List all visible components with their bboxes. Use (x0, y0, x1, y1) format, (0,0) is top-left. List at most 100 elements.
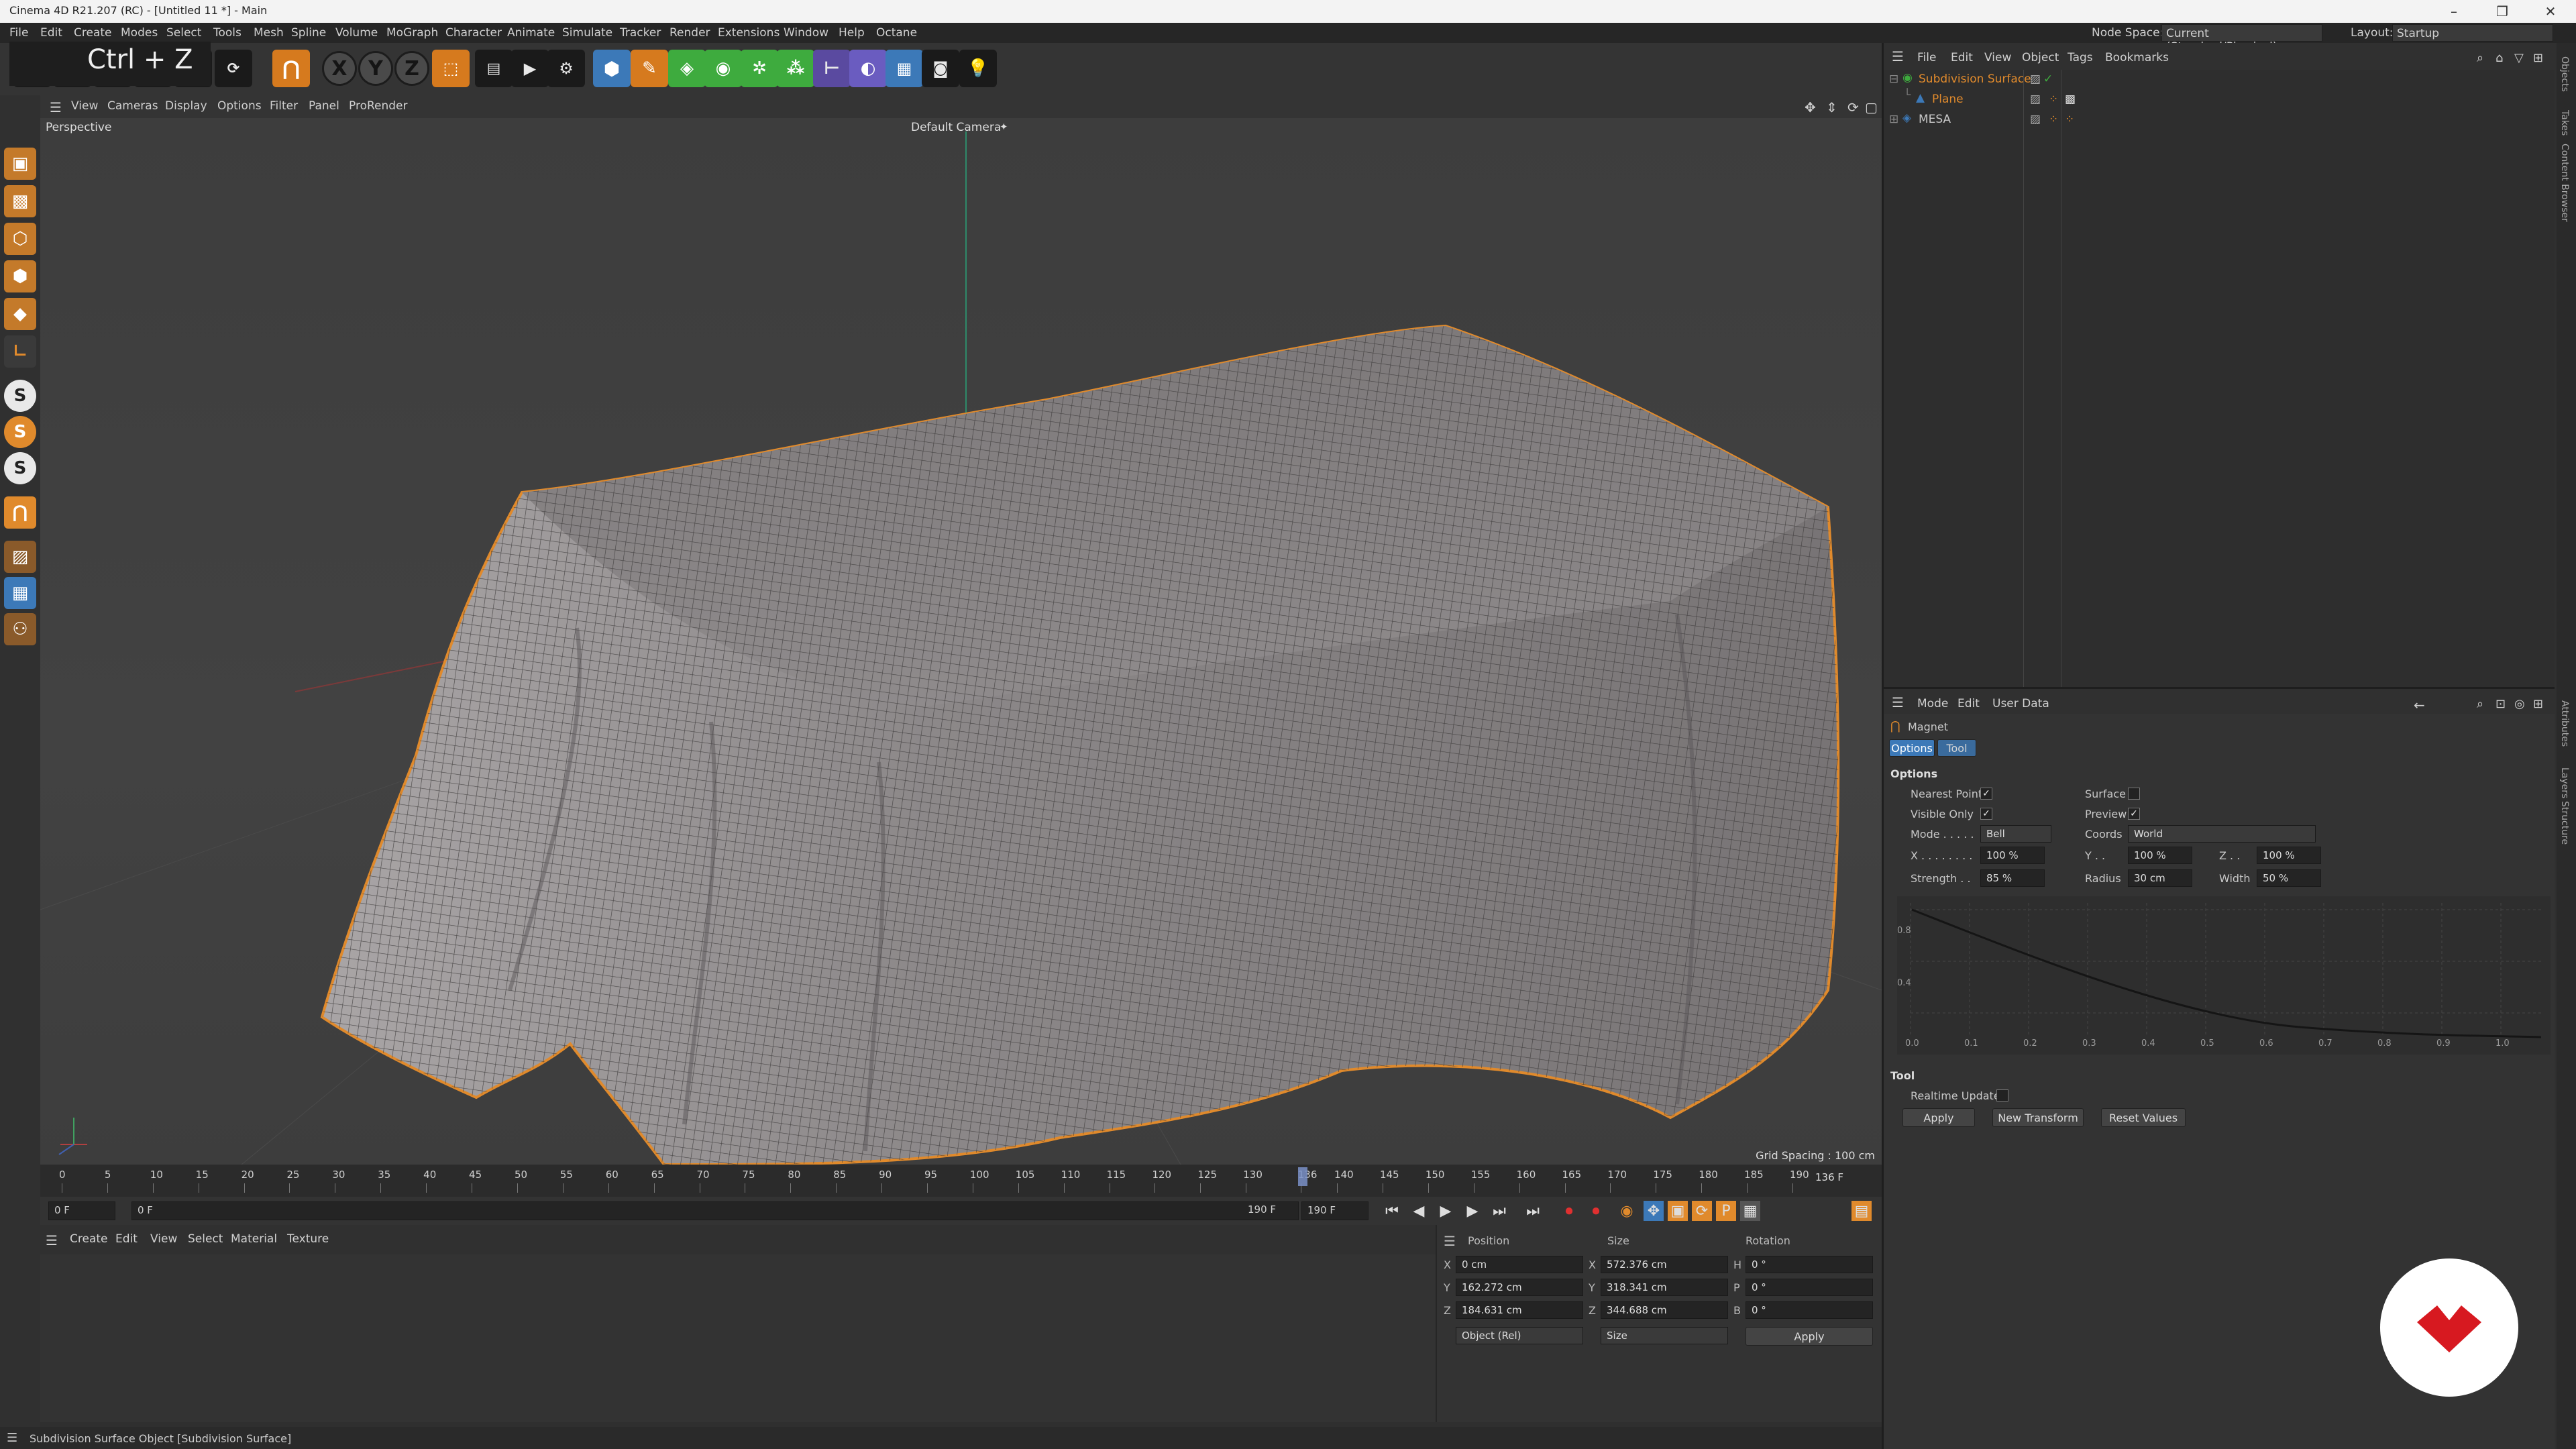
side-tab-structure[interactable]: Structure (2559, 801, 2570, 845)
side-tab-objects[interactable]: Objects (2559, 56, 2570, 92)
attribute-menu-edit[interactable]: Edit (1957, 697, 1980, 710)
object-home-icon[interactable]: ⌂ (2496, 51, 2503, 65)
viewport-menu-cameras[interactable]: Cameras (107, 99, 158, 113)
points-mode-icon[interactable]: ⬡ (4, 223, 36, 255)
material-menu-edit[interactable]: Edit (115, 1232, 138, 1246)
key-param-icon[interactable]: P (1716, 1201, 1736, 1221)
radius-field[interactable]: 30 cm (2128, 869, 2192, 887)
rotation-h-field[interactable]: 0 ° (1746, 1256, 1873, 1273)
menu-extensions[interactable]: Extensions (718, 26, 780, 40)
field-icon[interactable]: ◐ (849, 50, 887, 87)
visible-only-checkbox[interactable]: ✓ (1980, 808, 1992, 820)
visibility-toggle[interactable]: ▨ (2030, 93, 2041, 106)
rotation-p-field[interactable]: 0 ° (1746, 1279, 1873, 1296)
reset-values-button[interactable]: Reset Values (2101, 1108, 2186, 1127)
menu-render[interactable]: Render (669, 26, 710, 40)
render-settings-icon[interactable]: ⚙ (547, 50, 585, 87)
render-region-icon[interactable]: ▤ (475, 50, 513, 87)
viewport-menu-options[interactable]: Options (217, 99, 262, 113)
side-tab-content-browser[interactable]: Content Browser (2559, 144, 2570, 222)
object-new-view-icon[interactable]: ⊞ (2533, 51, 2543, 65)
material-area[interactable] (40, 1254, 1436, 1422)
expand-icon[interactable]: ⊟ (1889, 72, 1898, 86)
mograph-icon[interactable]: ⁂ (777, 50, 814, 87)
key-pla-icon[interactable]: ▦ (1740, 1201, 1760, 1221)
start-frame-field[interactable]: 0 F (48, 1201, 115, 1220)
generator-icon[interactable]: ◉ (704, 50, 742, 87)
workplane-grid-icon[interactable]: ▨ (4, 541, 36, 573)
menu-octane[interactable]: Octane (876, 26, 917, 40)
back-arrow-icon[interactable]: ← (2414, 697, 2425, 713)
menu-file[interactable]: File (9, 26, 28, 40)
falloff-graph[interactable]: 0.8 0.4 0.0 0.1 0.2 0.3 0.4 0.5 0.6 0.7 0.8 0.9 1.… (1897, 896, 2551, 1055)
apply-button[interactable]: Apply (1902, 1108, 1975, 1127)
collider-tag-icon[interactable]: ⁘ (2065, 113, 2074, 126)
visibility-toggle[interactable]: ▨ (2030, 113, 2041, 126)
quantize-icon[interactable]: S (4, 452, 36, 484)
rotate-icon[interactable]: ⟳ (215, 50, 252, 87)
menu-help[interactable]: Help (839, 26, 865, 40)
viewport-rotate-icon[interactable]: ⟳ (1847, 99, 1859, 115)
object-name[interactable]: Subdivision Surface (1919, 72, 2031, 86)
cloth-tag-icon[interactable]: ▩ (2065, 93, 2076, 106)
viewport-zoom-icon[interactable]: ⇕ (1826, 99, 1837, 115)
object-search-icon[interactable]: ⌕ (2477, 51, 2483, 65)
visibility-toggle[interactable]: ▨ (2030, 72, 2041, 86)
viewport-menu-prorender[interactable]: ProRender (349, 99, 408, 113)
object-menu-object[interactable]: Object (2022, 51, 2059, 64)
attr-search-icon[interactable]: ⌕ (2477, 697, 2483, 711)
cube-icon[interactable]: ⬢ (593, 50, 631, 87)
nearest-point-checkbox[interactable]: ✓ (1980, 788, 1992, 800)
magnet-icon[interactable]: ⋂ (272, 50, 310, 87)
viewport-menu-filter[interactable]: Filter (270, 99, 298, 113)
key-scale-icon[interactable]: ▣ (1668, 1201, 1688, 1221)
strength-field[interactable]: 85 % (1980, 869, 2045, 887)
material-menu-icon[interactable]: ☰ (46, 1232, 58, 1248)
goto-last-icon[interactable]: ⏭ (1523, 1201, 1543, 1221)
expand-icon[interactable]: ⊞ (1889, 113, 1898, 126)
viewport-menu-icon[interactable]: ☰ (50, 99, 62, 115)
material-menu-material[interactable]: Material (231, 1232, 277, 1246)
enabled-check-icon[interactable]: ✓ (2043, 72, 2053, 86)
snap-settings-icon[interactable]: S (4, 416, 36, 448)
status-menu-icon[interactable]: ☰ (7, 1431, 17, 1445)
goto-end-icon[interactable]: ⏭ (1489, 1201, 1509, 1221)
axis-y-toggle[interactable]: Y (358, 51, 393, 86)
timeline-playhead[interactable] (1298, 1167, 1308, 1186)
coordinate-system-icon[interactable]: ⬚ (432, 50, 470, 87)
edges-mode-icon[interactable]: ⬢ (4, 260, 36, 292)
light-icon[interactable]: 💡 (959, 50, 997, 87)
position-y-field[interactable]: 162.272 cm (1456, 1279, 1583, 1296)
attr-lock-icon[interactable]: ⊡ (2496, 697, 2506, 711)
position-x-field[interactable]: 0 cm (1456, 1256, 1583, 1273)
node-space-dropdown[interactable]: Current (Standard/Physical) (2161, 24, 2322, 54)
object-row-mesa[interactable]: ⊞ ◈ MESA ▨ ⁘ ⁘ (1884, 110, 2555, 130)
menu-volume[interactable]: Volume (335, 26, 378, 40)
object-menu-tags[interactable]: Tags (2068, 51, 2093, 64)
next-frame-icon[interactable]: ▶ (1462, 1201, 1483, 1221)
deformer-icon[interactable]: ⊢ (813, 50, 851, 87)
coords-dropdown[interactable]: World (2128, 825, 2316, 843)
position-z-field[interactable]: 184.631 cm (1456, 1301, 1583, 1319)
key-rotation-icon[interactable]: ⟳ (1692, 1201, 1712, 1221)
viewport-menu-display[interactable]: Display (165, 99, 207, 113)
rotation-b-field[interactable]: 0 ° (1746, 1301, 1873, 1319)
menu-mesh[interactable]: Mesh (254, 26, 284, 40)
viewport-maximize-icon[interactable]: ▢ (1865, 99, 1878, 115)
size-x-field[interactable]: 572.376 cm (1601, 1256, 1728, 1273)
attribute-menu-mode[interactable]: Mode (1917, 697, 1948, 710)
key-position-icon[interactable]: ✥ (1644, 1201, 1664, 1221)
size-z-field[interactable]: 344.688 cm (1601, 1301, 1728, 1319)
coords-size-mode-dropdown[interactable]: Size (1601, 1327, 1728, 1344)
axis-z-toggle[interactable]: Z (394, 51, 429, 86)
z-scale-field[interactable]: 100 % (2257, 847, 2321, 864)
menu-spline[interactable]: Spline (291, 26, 326, 40)
surface-checkbox[interactable] (2128, 788, 2140, 800)
side-tab-attributes[interactable]: Attributes (2559, 700, 2570, 747)
object-menu-file[interactable]: File (1917, 51, 1936, 64)
menu-select[interactable]: Select (166, 26, 201, 40)
attribute-menu-icon[interactable]: ☰ (1892, 694, 1904, 710)
attribute-menu-user-data[interactable]: User Data (1992, 697, 2049, 710)
menu-animate[interactable]: Animate (507, 26, 555, 40)
autokey-icon[interactable]: ⏺ (1586, 1201, 1606, 1221)
